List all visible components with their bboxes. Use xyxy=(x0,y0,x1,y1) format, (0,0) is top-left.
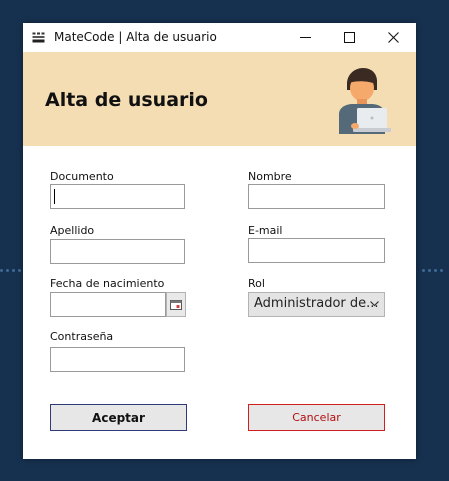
email-field[interactable] xyxy=(248,238,385,263)
close-button[interactable] xyxy=(371,23,415,52)
cancel-button[interactable]: Cancelar xyxy=(248,404,385,431)
calendar-button[interactable] xyxy=(166,292,186,317)
text-caret xyxy=(54,189,55,204)
window-title: MateCode | Alta de usuario xyxy=(54,30,217,44)
accept-button-label: Aceptar xyxy=(92,410,145,425)
user-laptop-avatar-icon xyxy=(339,68,391,134)
minimize-icon xyxy=(299,37,311,38)
rol-label: Rol xyxy=(248,277,265,290)
minimize-button[interactable] xyxy=(283,23,327,52)
contrasena-field[interactable] xyxy=(50,347,185,372)
app-icon xyxy=(32,32,45,43)
rol-select[interactable]: Administrador de... xyxy=(248,292,385,317)
fecha-nacimiento-field[interactable] xyxy=(50,292,166,317)
page-title: Alta de usuario xyxy=(45,89,208,111)
contrasena-label: Contraseña xyxy=(50,330,114,343)
calendar-icon xyxy=(170,299,182,310)
maximize-button[interactable] xyxy=(327,23,371,52)
rol-selected-value: Administrador de... xyxy=(254,296,379,311)
user-registration-window: MateCode | Alta de usuario Alta de usuar… xyxy=(23,23,416,459)
fecha-nacimiento-label: Fecha de nacimiento xyxy=(50,277,165,290)
cancel-button-label: Cancelar xyxy=(292,411,341,424)
chevron-down-icon xyxy=(370,301,379,307)
apellido-field[interactable] xyxy=(50,239,185,264)
close-icon xyxy=(387,32,399,43)
title-bar[interactable]: MateCode | Alta de usuario xyxy=(23,23,416,52)
background-dots-left xyxy=(0,257,24,272)
background-dots-right xyxy=(422,257,446,272)
documento-label: Documento xyxy=(50,170,114,183)
documento-field[interactable] xyxy=(50,184,185,209)
nombre-field[interactable] xyxy=(248,184,385,209)
accept-button[interactable]: Aceptar xyxy=(50,404,187,431)
nombre-label: Nombre xyxy=(248,170,292,183)
maximize-icon xyxy=(343,32,355,43)
email-label: E-mail xyxy=(248,224,283,237)
apellido-label: Apellido xyxy=(50,224,95,237)
